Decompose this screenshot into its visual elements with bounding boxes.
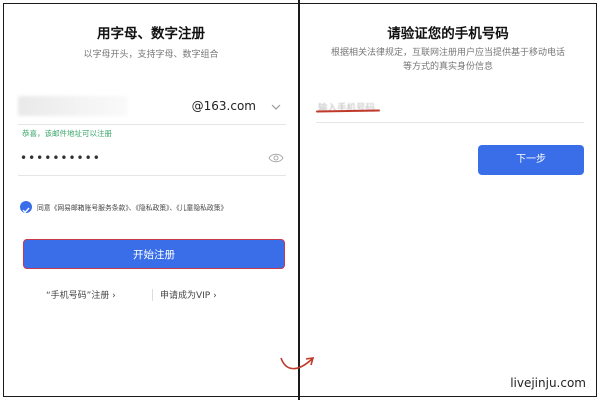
agreement-text: 同意《网易邮箱账号服务条款》、《隐私政策》、《儿童隐私政策》 [37,204,228,212]
register-title: 用字母、数字注册 [97,26,205,42]
email-domain-select[interactable]: @163.com [192,99,256,113]
checkbox-checked-icon[interactable] [20,201,32,214]
next-step-button[interactable]: 下一步 [478,145,584,175]
eye-icon[interactable] [268,152,284,164]
phone-input[interactable]: 输入手机号码 [315,94,584,123]
password-value[interactable]: •••••••••• [20,151,101,165]
email-available-hint: 恭喜，该邮件地址可以注册 [22,129,112,138]
phone-register-link[interactable]: “手机号码”注册 › [46,288,116,301]
start-register-button[interactable]: 开始注册 [23,239,285,269]
watermark: livejinju.com [510,376,586,390]
verify-title: 请验证您的手机号码 [387,26,509,42]
chevron-down-icon[interactable] [270,101,282,113]
verify-subtitle-line1: 根据相关法律规定，互联网注册用户应当提供基于移动电话 [330,48,565,58]
email-username-blurred[interactable] [18,96,128,116]
verify-subtitle-line2: 等方式的真实身份信息 [402,62,493,72]
register-panel: 用字母、数字注册 以字母开头，支持字母、数字组合 @163.com 恭喜，该邮件… [4,0,298,400]
link-separator [152,289,153,301]
red-arrow-icon [280,357,315,370]
verify-phone-panel: 请验证您的手机号码 根据相关法律规定，互联网注册用户应当提供基于移动电话 等方式… [300,0,596,400]
password-field[interactable]: •••••••••• [18,145,286,176]
apply-vip-link[interactable]: 申请成为VIP › [160,288,217,301]
register-subtitle: 以字母开头，支持字母、数字组合 [83,50,219,60]
email-field[interactable]: @163.com [18,90,286,125]
